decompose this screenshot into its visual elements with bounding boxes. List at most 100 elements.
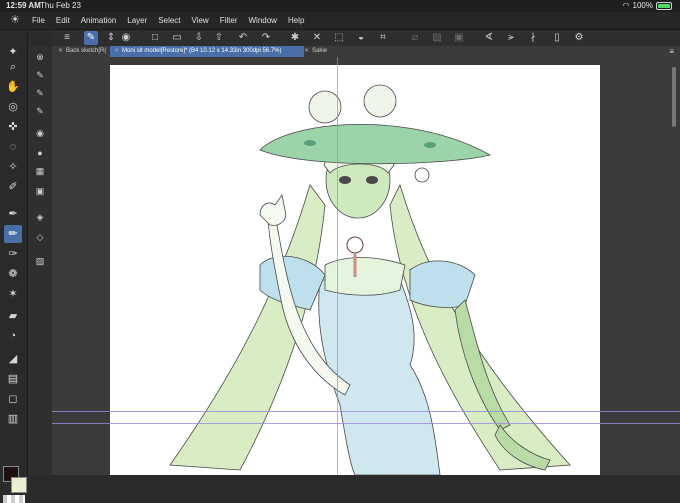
artwork xyxy=(169,84,571,475)
loading-icon[interactable]: ✱ xyxy=(288,31,302,45)
brush-size-panel-icon[interactable]: ◉ xyxy=(33,126,47,140)
menu-select[interactable]: Select xyxy=(158,12,180,29)
export-icon[interactable]: ⇩ xyxy=(192,31,206,45)
color-set-icon[interactable]: ▦ xyxy=(33,164,47,178)
app-logo-icon[interactable]: ☀ xyxy=(8,13,22,27)
hand-icon[interactable]: ✋ xyxy=(4,78,22,96)
material-icon[interactable]: ▨ xyxy=(33,254,47,268)
battery-percent: 100% xyxy=(632,1,653,10)
guide-line-vertical xyxy=(337,57,338,475)
clear-selection-icon[interactable]: ⬚ xyxy=(332,31,346,45)
hat-ornament xyxy=(414,167,430,183)
tab-moni-sit-model[interactable]: ✕ Moni sit model[Restore]* (B4 10.12 x 14… xyxy=(110,46,304,57)
hat-brim xyxy=(259,123,492,165)
zoom-icon[interactable]: ⌕ xyxy=(4,58,22,76)
snap-ruler-icon[interactable]: ⪫ xyxy=(504,31,518,45)
eraser-icon[interactable]: ▰ xyxy=(4,307,22,325)
gradient-icon[interactable]: ▤ xyxy=(4,370,22,388)
layer-property-icon[interactable]: ✎ xyxy=(33,68,47,82)
new-file-icon[interactable]: □ xyxy=(148,31,162,45)
workspace xyxy=(52,57,680,475)
pendant xyxy=(346,236,364,254)
intermediate-color-icon[interactable]: ▣ xyxy=(33,184,47,198)
menu-animation[interactable]: Animation xyxy=(81,12,117,29)
vertical-scrollbar[interactable] xyxy=(672,67,676,127)
crop-icon[interactable]: ⌗ xyxy=(376,31,390,45)
deselect-icon: ⧄ xyxy=(411,32,419,43)
tab-label: Moni sit model[Restore]* (B4 10.12 x 14.… xyxy=(122,48,282,54)
close-panel-icon[interactable]: ⊗ xyxy=(33,50,47,64)
tab-sakie[interactable]: ✕ Sakie xyxy=(300,46,348,57)
open-folder-icon[interactable]: ▭ xyxy=(170,31,184,45)
text-icon[interactable]: ▥ xyxy=(4,410,22,428)
view-eye-icon[interactable]: ◉ xyxy=(119,31,133,45)
guide-line-horizontal xyxy=(52,411,680,412)
menu-view[interactable]: View xyxy=(192,12,209,29)
edit-mode-icon[interactable]: ✎ xyxy=(84,31,98,45)
lasso-icon[interactable]: ◌ xyxy=(4,138,22,156)
move-icon[interactable]: ✜ xyxy=(4,118,22,136)
wifi-icon: ◠ xyxy=(622,1,630,10)
tab-label: Back sketch[R( xyxy=(66,48,107,54)
hamburger-menu-icon[interactable]: ≡ xyxy=(60,31,74,45)
pencil-icon[interactable]: ✏ xyxy=(4,225,22,243)
battery-icon xyxy=(656,2,672,10)
menu-window[interactable]: Window xyxy=(249,12,277,29)
pen-icon[interactable]: ✒ xyxy=(4,205,22,223)
menu-filter[interactable]: Filter xyxy=(220,12,238,29)
ruler-icon[interactable]: ∢ xyxy=(482,31,496,45)
hat-bun-right xyxy=(363,84,397,118)
lightbulb-icon[interactable]: ◎ xyxy=(4,98,22,116)
layer-panel-icon[interactable]: ◈ xyxy=(33,210,47,224)
airbrush-icon[interactable]: ❁ xyxy=(4,265,22,283)
snap-special-ruler-icon[interactable]: ∤ xyxy=(526,31,540,45)
tabs-menu-icon[interactable]: ≡ xyxy=(669,46,674,57)
status-bar: 12:59 AM Thu Feb 23 ◠ 100% xyxy=(0,0,680,12)
menu-layer[interactable]: Layer xyxy=(127,12,147,29)
subtool-column: ⊗ ✎ ✎ ✎ ◉ ● ▦ ▣ ◈ ◇ ▨ xyxy=(28,46,53,475)
close-icon[interactable]: ✕ xyxy=(114,48,119,54)
fill-bucket-icon[interactable]: ◢ xyxy=(4,350,22,368)
clear-icon[interactable]: ✕ xyxy=(310,31,324,45)
stepper-arrows-icon[interactable]: ⇕ xyxy=(104,31,118,45)
menu-help[interactable]: Help xyxy=(288,12,304,29)
close-icon[interactable]: ✕ xyxy=(304,48,309,54)
raised-hand xyxy=(259,194,287,226)
guide-line-horizontal-2 xyxy=(52,423,680,424)
color-wheel-icon[interactable]: ● xyxy=(33,146,47,160)
device-icon[interactable]: ▯ xyxy=(550,31,564,45)
status-date: Thu Feb 23 xyxy=(40,1,81,10)
settings-icon[interactable]: ⚙ xyxy=(572,31,586,45)
hat-spot xyxy=(304,140,316,146)
blend-icon[interactable]: ◔ xyxy=(4,327,22,345)
command-bar: ≡ ✎ ⇕ ◉ □ ▭ ⇩ ⇧ ↶ ↷ ✱ ✕ ⬚ ◒ ⌗ ⧄ ▧ ▣ ∢ ⪫ … xyxy=(52,30,680,47)
sub-tool-icon[interactable]: ✎ xyxy=(33,86,47,100)
tool-property-icon[interactable]: ✎ xyxy=(33,104,47,118)
undo-icon[interactable]: ↶ xyxy=(236,31,250,45)
close-icon[interactable]: ✕ xyxy=(58,48,63,54)
document-tabs: ✕ Back sketch[R( ✕ Moni sit model[Restore]… xyxy=(52,46,680,57)
menu-items: File Edit Animation Layer Select View Fi… xyxy=(32,12,304,29)
status-time: 12:59 AM xyxy=(6,1,41,10)
share-icon[interactable]: ⇧ xyxy=(212,31,226,45)
layers-icon[interactable]: ◇ xyxy=(33,230,47,244)
tab-back-sketch[interactable]: ✕ Back sketch[R( xyxy=(54,46,114,57)
menu-bar: ☀ File Edit Animation Layer Select View … xyxy=(0,12,680,30)
status-right: ◠ 100% xyxy=(623,0,672,12)
fill-icon[interactable]: ◒ xyxy=(354,31,368,45)
hat-spot xyxy=(424,142,436,148)
redo-icon[interactable]: ↷ xyxy=(259,31,273,45)
menu-edit[interactable]: Edit xyxy=(56,12,70,29)
magic-wand-icon[interactable]: ✧ xyxy=(4,158,22,176)
drawing-canvas[interactable] xyxy=(110,65,600,475)
brush-icon[interactable]: ✑ xyxy=(4,245,22,263)
eyedropper-icon[interactable]: ✐ xyxy=(4,178,22,196)
tab-label: Sakie xyxy=(312,48,328,54)
invert-selection-icon: ▧ xyxy=(432,32,442,43)
select-layer-icon: ▣ xyxy=(454,32,464,43)
sub-color-swatch[interactable] xyxy=(11,477,27,493)
figure-icon[interactable]: ◻ xyxy=(4,390,22,408)
decoration-icon[interactable]: ✶ xyxy=(4,285,22,303)
transparent-color-swatch[interactable] xyxy=(3,495,25,503)
menu-file[interactable]: File xyxy=(32,12,45,29)
